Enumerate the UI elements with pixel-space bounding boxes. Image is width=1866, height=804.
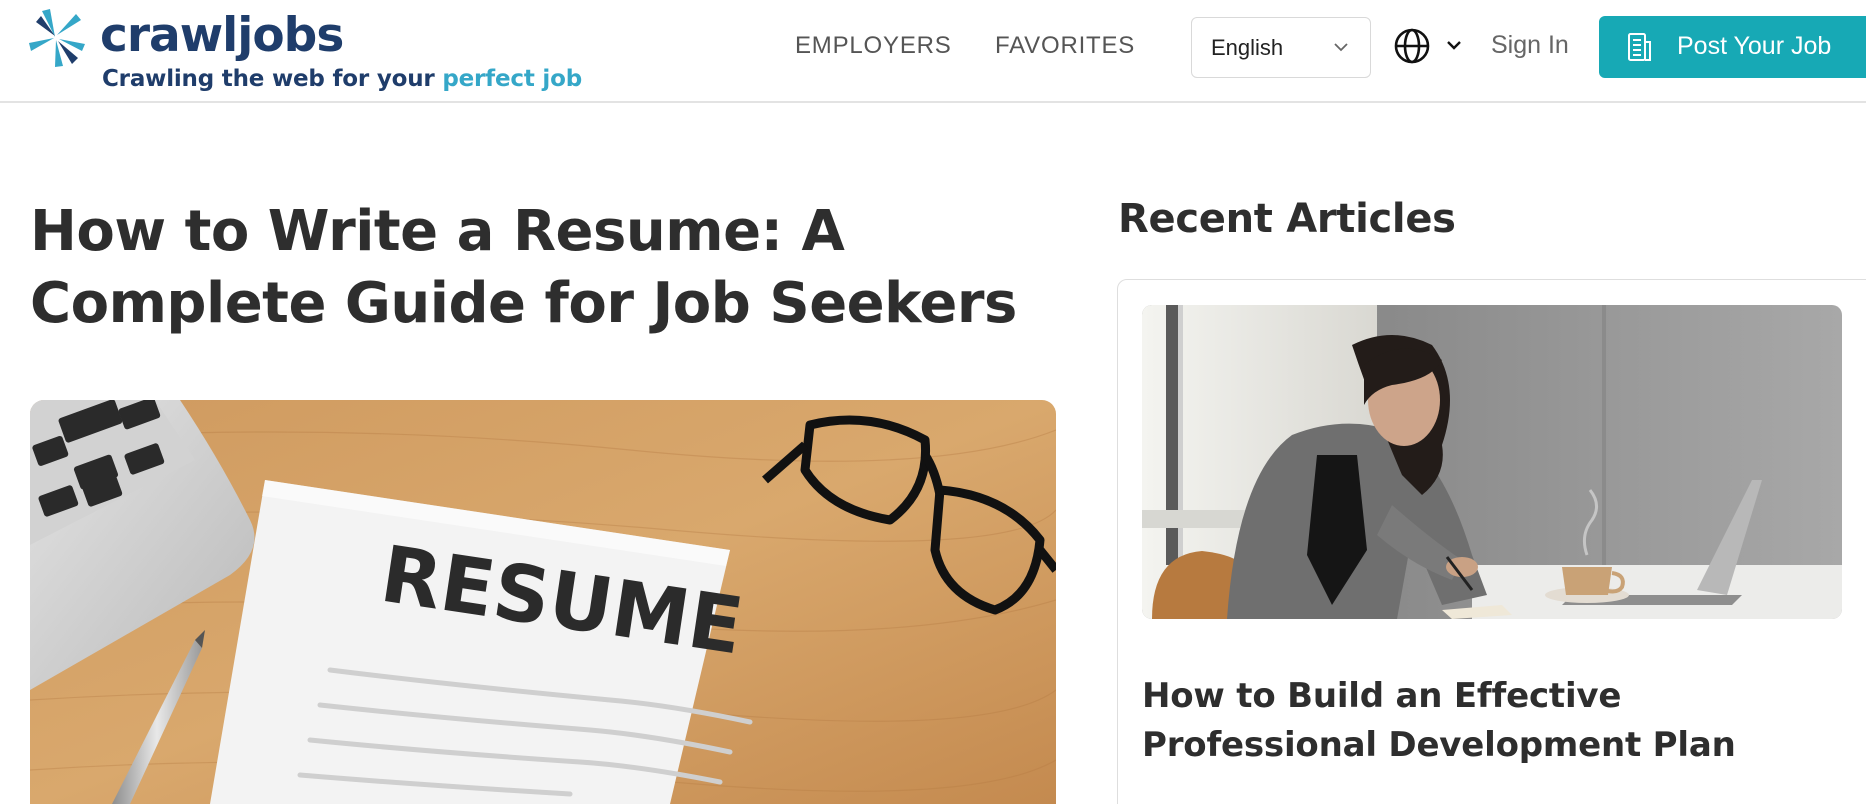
site-header: crawljobs Crawling the web for your perf… (0, 0, 1866, 103)
article-hero-image: RESUME (30, 400, 1056, 804)
nav-favorites[interactable]: FAVORITES (995, 32, 1135, 60)
building-icon (1628, 33, 1651, 61)
language-select[interactable]: English (1191, 17, 1371, 78)
recent-articles-heading: Recent Articles (1118, 196, 1456, 242)
logo-wordmark: crawljobs (100, 8, 344, 63)
chevron-down-icon (1334, 43, 1348, 52)
tagline-main: Crawling the web for your (102, 66, 443, 92)
logo-link[interactable]: crawljobs Crawling the web for your perf… (28, 8, 588, 94)
recent-article-card[interactable]: How to Build an Effective Professional D… (1117, 279, 1866, 804)
recent-article-image[interactable] (1142, 305, 1842, 619)
post-your-job-button[interactable]: Post Your Job (1599, 16, 1866, 78)
logo-tagline: Crawling the web for your perfect job (102, 66, 582, 92)
crawljobs-logo-icon (29, 9, 85, 67)
post-your-job-label: Post Your Job (1677, 32, 1832, 60)
language-chevron-icon[interactable] (1446, 40, 1462, 51)
language-select-value: English (1211, 35, 1284, 60)
globe-icon[interactable] (1394, 28, 1430, 64)
sign-in-link[interactable]: Sign In (1491, 31, 1569, 60)
nav-employers[interactable]: EMPLOYERS (795, 32, 952, 60)
article-title: How to Write a Resume: A Complete Guide … (30, 199, 1017, 336)
recent-article-title[interactable]: How to Build an Effective Professional D… (1142, 672, 1842, 770)
tagline-accent: perfect job (442, 66, 582, 92)
